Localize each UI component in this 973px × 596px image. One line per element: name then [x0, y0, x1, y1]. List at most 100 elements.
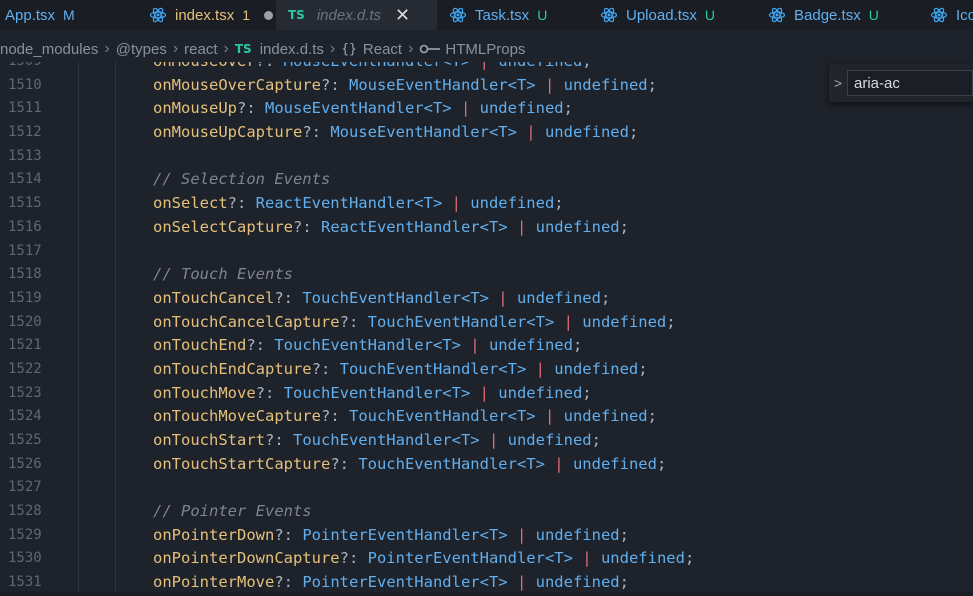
generic-param: <T> — [451, 431, 480, 449]
union-pipe: | — [460, 336, 489, 355]
breadcrumb-item[interactable]: node_modules — [0, 41, 98, 58]
code-line: 1519 onTouchCancel?: TouchEventHandler<T>… — [0, 286, 973, 311]
property-name: onMouseUpCapture — [153, 123, 303, 142]
undefined-keyword: undefined — [535, 573, 620, 592]
react-file-icon — [449, 6, 467, 24]
indent-guide — [115, 310, 116, 335]
code-line: 1513 — [0, 144, 973, 169]
indent-guide — [115, 452, 116, 477]
indent-guide — [78, 357, 79, 382]
code-editor[interactable]: 1509onMouseOver?: MouseEventHandler<T> |… — [0, 62, 973, 596]
property-name: onPointerMove — [153, 573, 275, 592]
union-pipe: | — [470, 62, 498, 70]
line-number: 1528 — [8, 503, 42, 520]
tab-index-d-ts[interactable]: TS index.d.ts ✕ — [276, 0, 437, 30]
tab-icon[interactable]: Icon — [918, 0, 973, 30]
line-number: 1522 — [8, 360, 42, 377]
tab-app-tsx[interactable]: App.tsx M — [0, 0, 129, 30]
semicolon: ; — [554, 194, 564, 213]
breadcrumb-item[interactable]: TS index.d.ts — [235, 41, 324, 58]
handler-type: TouchEventHandler — [367, 312, 527, 331]
undefined-keyword: undefined — [554, 359, 639, 378]
indent-guide — [115, 429, 116, 453]
indent-guide — [78, 286, 79, 311]
tab-index-tsx[interactable]: index.tsx 1 — [137, 0, 276, 30]
property-name: onSelectCapture — [153, 217, 293, 236]
code-line: 1515 onSelect?: ReactEventHandler<T> | un… — [0, 192, 973, 216]
union-pipe: | — [516, 123, 545, 142]
handler-type: TouchEventHandler — [274, 336, 433, 355]
tab-upload-tsx[interactable]: Upload.tsx U — [588, 0, 756, 30]
indent-guide — [115, 144, 116, 169]
tab-task-tsx[interactable]: Task.tsx U — [437, 0, 588, 30]
breadcrumb-item[interactable]: @types — [116, 41, 167, 58]
breadcrumb-separator-icon: › — [408, 40, 414, 57]
line-number: 1518 — [8, 266, 42, 283]
tab-label: App.tsx — [5, 6, 56, 24]
indent-guide — [78, 523, 79, 548]
optional-colon: ?: — [264, 431, 293, 449]
semicolon: ; — [572, 336, 583, 355]
code-line: 1528 // Pointer Events — [0, 500, 973, 524]
generic-param: <T> — [516, 454, 545, 473]
handler-type: MouseEventHandler — [284, 62, 443, 70]
property-name: onTouchEnd — [153, 336, 247, 355]
union-pipe: | — [507, 217, 536, 236]
code-text: onTouchStart?: TouchEventHandler<T> | un… — [153, 429, 601, 453]
close-icon[interactable]: ✕ — [395, 6, 410, 24]
code-line: 1520 onTouchCancelCapture?: TouchEventHan… — [0, 310, 973, 335]
line-number: 1524 — [8, 408, 42, 425]
indent-guide — [78, 334, 79, 358]
optional-colon: ?: — [320, 407, 349, 426]
breadcrumb-separator-icon: › — [172, 40, 179, 57]
breadcrumb-label: index.d.ts — [259, 40, 324, 58]
breadcrumb-separator-icon: › — [223, 40, 229, 57]
horizontal-scrollbar[interactable] — [0, 592, 973, 596]
semicolon: ; — [684, 549, 695, 568]
tab-bar: App.tsx M index.tsx 1 TS index.d.ts ✕ Task.tsx U… — [0, 0, 973, 30]
breadcrumb-label: React — [362, 40, 403, 58]
indent-guide — [78, 310, 79, 335]
line-number: 1526 — [8, 455, 42, 472]
code-text: onTouchCancelCapture?: TouchEventHandler… — [153, 311, 676, 335]
find-input[interactable] — [847, 70, 973, 96]
breadcrumb-item[interactable]: react — [184, 41, 217, 58]
code-comment: // Pointer Events — [153, 502, 312, 521]
line-number: 1520 — [8, 313, 42, 330]
breadcrumb-separator-icon: › — [104, 40, 110, 57]
indent-guide — [78, 121, 79, 145]
handler-type: ReactEventHandler — [255, 194, 415, 213]
property-name: onTouchMove — [153, 383, 256, 402]
toggle-replace-chevron-icon[interactable]: > — [829, 75, 847, 91]
semicolon: ; — [647, 75, 657, 94]
unsaved-dot-icon[interactable] — [264, 10, 273, 20]
line-number: 1529 — [8, 526, 42, 543]
semicolon: ; — [619, 573, 629, 592]
breadcrumb-label: HTMLProps — [445, 40, 526, 58]
optional-colon: ?: — [339, 549, 368, 568]
line-number: 1509 — [8, 62, 48, 74]
breadcrumb-item[interactable]: HTMLProps — [419, 41, 525, 58]
semicolon: ; — [628, 123, 639, 142]
undefined-keyword: undefined — [544, 123, 629, 142]
breadcrumb-item[interactable]: {} React — [341, 41, 402, 58]
code-text: onMouseUpCapture?: MouseEventHandler<T> … — [153, 121, 638, 145]
property-name: onTouchStart — [153, 431, 265, 449]
indent-guide — [115, 97, 116, 122]
typescript-file-icon: TS — [234, 42, 252, 56]
line-number: 1511 — [8, 100, 42, 117]
indent-guide — [115, 215, 116, 240]
union-pipe: | — [488, 288, 517, 307]
code-line: 1509 onMouseOver?: MouseEventHandler<T> |… — [0, 62, 973, 74]
code-comment: // Selection Events — [153, 170, 331, 189]
indent-guide — [78, 429, 79, 453]
property-name: onPointerDown — [153, 525, 275, 544]
optional-colon: ?: — [274, 573, 303, 592]
indent-guide — [115, 523, 116, 548]
semicolon: ; — [600, 288, 611, 307]
union-pipe: | — [535, 75, 564, 94]
code-text: // Pointer Events — [153, 500, 312, 524]
tab-badge-tsx[interactable]: Badge.tsx U — [756, 0, 918, 30]
indent-guide — [78, 215, 79, 240]
property-name: onMouseOverCapture — [153, 75, 321, 94]
